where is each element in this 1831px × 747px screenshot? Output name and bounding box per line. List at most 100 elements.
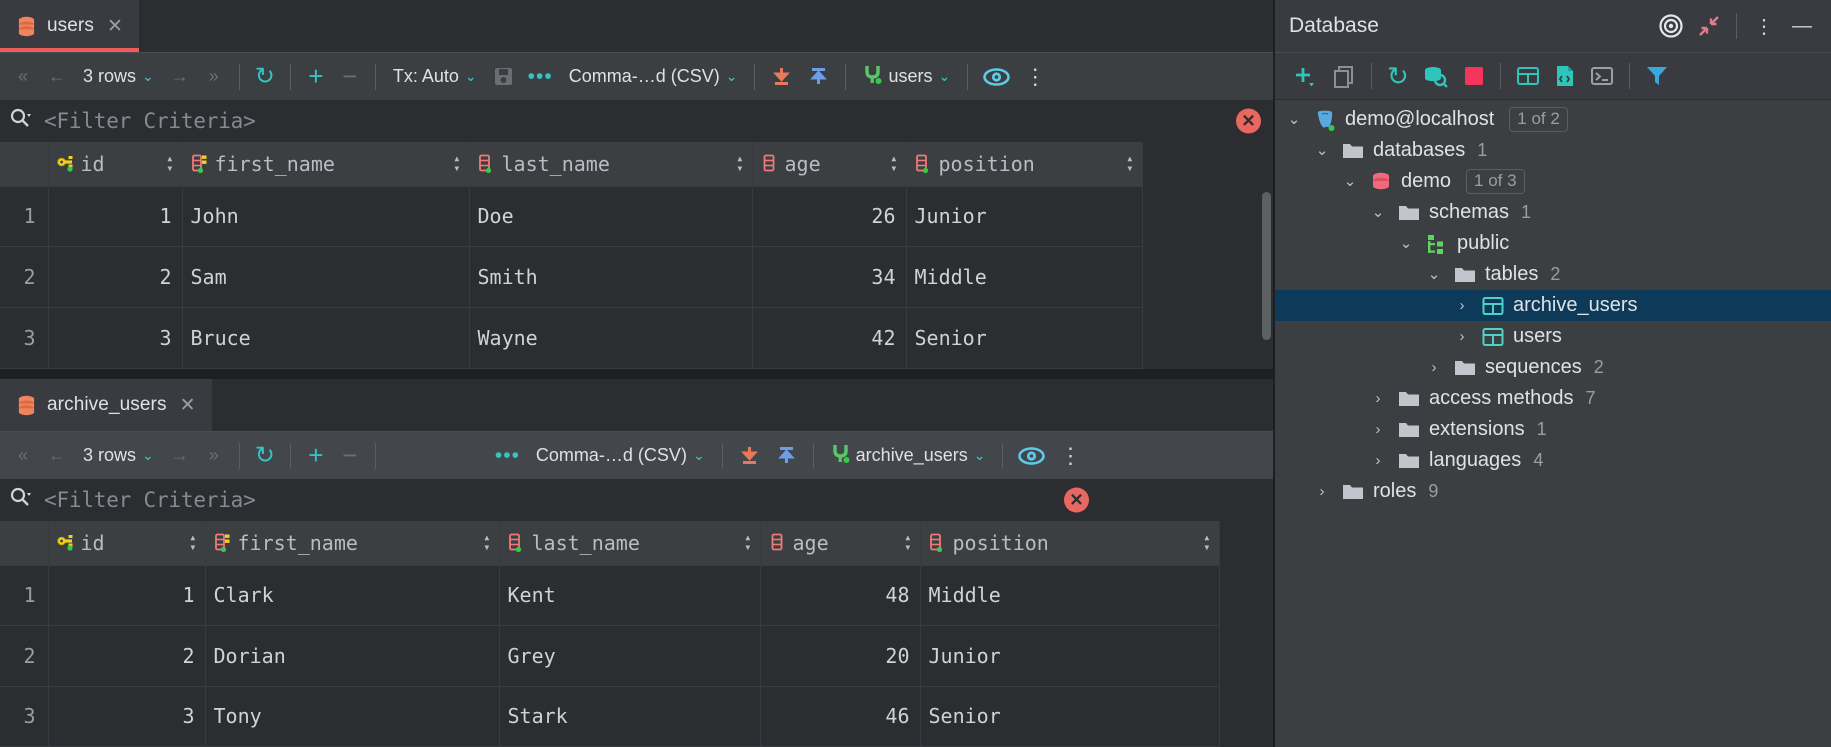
database-search-icon[interactable] bbox=[1416, 58, 1456, 94]
column-header-position[interactable]: position ▴ ▾ bbox=[906, 142, 1143, 187]
locate-icon[interactable] bbox=[1652, 7, 1690, 45]
cell-id[interactable]: 2 bbox=[48, 246, 183, 309]
prev-page-button[interactable]: ← bbox=[40, 59, 74, 95]
chevron-right-icon[interactable]: › bbox=[1367, 391, 1389, 406]
session-dropdown[interactable]: users ⌄ bbox=[854, 59, 959, 95]
eye-icon[interactable] bbox=[1011, 438, 1052, 474]
chevron-down-icon[interactable]: ⌄ bbox=[1311, 143, 1333, 158]
cell-position[interactable]: Middle bbox=[906, 246, 1143, 309]
cell-first_name[interactable]: Clark bbox=[205, 565, 500, 626]
cell-id[interactable]: 3 bbox=[48, 686, 206, 747]
tree-item-demo-localhost[interactable]: ⌄ demo@localhost 1 of 2 bbox=[1275, 104, 1831, 135]
cell-position[interactable]: Senior bbox=[920, 686, 1220, 747]
cell-position[interactable]: Junior bbox=[920, 625, 1220, 687]
console-icon[interactable] bbox=[1583, 58, 1621, 94]
sort-toggle-icon[interactable]: ▴ ▾ bbox=[483, 531, 490, 553]
cell-position[interactable]: Middle bbox=[920, 565, 1220, 626]
search-icon[interactable] bbox=[9, 107, 32, 135]
sort-toggle-icon[interactable]: ▴ ▾ bbox=[453, 152, 460, 174]
hide-icon[interactable]: — bbox=[1783, 7, 1821, 45]
chevron-right-icon[interactable]: › bbox=[1451, 329, 1473, 344]
next-page-button[interactable]: → bbox=[163, 59, 197, 95]
cell-last_name[interactable]: Smith bbox=[469, 246, 753, 309]
cell-age[interactable]: 26 bbox=[752, 186, 907, 248]
cell-last_name[interactable]: Stark bbox=[499, 686, 761, 747]
filter-bar-users[interactable]: <Filter Criteria> ✕ bbox=[0, 100, 1273, 142]
upload-icon[interactable] bbox=[768, 438, 805, 474]
search-icon[interactable] bbox=[9, 486, 32, 514]
cell-age[interactable]: 34 bbox=[752, 246, 907, 309]
sql-file-icon[interactable] bbox=[1547, 58, 1583, 94]
sort-toggle-icon[interactable]: ▴ ▾ bbox=[1203, 531, 1210, 553]
overflow-menu-button[interactable]: ⋮ bbox=[1052, 438, 1088, 474]
chevron-right-icon[interactable]: › bbox=[1451, 298, 1473, 313]
tree-item-demo[interactable]: ⌄ demo 1 of 3 bbox=[1275, 166, 1831, 197]
add-row-button[interactable]: + bbox=[299, 438, 333, 474]
tree-item-archive-users[interactable]: › archive_users bbox=[1275, 290, 1831, 321]
delete-row-button[interactable]: − bbox=[333, 438, 367, 474]
options-icon[interactable]: ⋮ bbox=[1745, 7, 1783, 45]
table-row[interactable]: 1 1 John Doe 26 Junior bbox=[0, 186, 1143, 248]
cell-last_name[interactable]: Kent bbox=[499, 565, 761, 626]
sort-toggle-icon[interactable]: ▴ ▾ bbox=[736, 152, 743, 174]
chevron-down-icon[interactable]: ⌄ bbox=[1395, 236, 1417, 251]
first-page-button[interactable]: « bbox=[6, 59, 40, 95]
tree-item-sequences[interactable]: › sequences 2 bbox=[1275, 352, 1831, 383]
column-header-id[interactable]: id ▴ ▾ bbox=[48, 142, 183, 187]
cell-first_name[interactable]: Sam bbox=[182, 246, 470, 309]
chevron-right-icon[interactable]: › bbox=[1423, 360, 1445, 375]
tree-item-roles[interactable]: › roles 9 bbox=[1275, 476, 1831, 507]
cell-first_name[interactable]: John bbox=[182, 186, 470, 248]
sort-toggle-icon[interactable]: ▴ ▾ bbox=[189, 531, 196, 553]
cell-id[interactable]: 2 bbox=[48, 625, 206, 687]
chevron-right-icon[interactable]: › bbox=[1311, 484, 1333, 499]
row-count-dropdown[interactable]: 3 rows ⌄ bbox=[74, 59, 163, 95]
column-header-first_name[interactable]: first_name ▴ ▾ bbox=[182, 142, 470, 187]
chevron-down-icon[interactable]: ⌄ bbox=[1423, 267, 1445, 282]
eye-icon[interactable] bbox=[976, 59, 1017, 95]
tree-item-access-methods[interactable]: › access methods 7 bbox=[1275, 383, 1831, 414]
column-header-age[interactable]: age ▴ ▾ bbox=[752, 142, 907, 187]
column-header-first_name[interactable]: first_name ▴ ▾ bbox=[205, 521, 500, 566]
cell-first_name[interactable]: Bruce bbox=[182, 307, 470, 369]
sort-toggle-icon[interactable]: ▴ ▾ bbox=[1126, 152, 1133, 174]
filter-bar-archive-users[interactable]: <Filter Criteria> ✕ bbox=[0, 479, 1273, 521]
sort-toggle-icon[interactable]: ▴ ▾ bbox=[904, 531, 911, 553]
cell-age[interactable]: 42 bbox=[752, 307, 907, 369]
tree-item-databases[interactable]: ⌄ databases 1 bbox=[1275, 135, 1831, 166]
table-row[interactable]: 2 2 Sam Smith 34 Middle bbox=[0, 246, 1143, 309]
chevron-down-icon[interactable]: ⌄ bbox=[1339, 174, 1361, 189]
chevron-right-icon[interactable]: › bbox=[1367, 453, 1389, 468]
tree-item-public[interactable]: ⌄ public bbox=[1275, 228, 1831, 259]
cell-last_name[interactable]: Grey bbox=[499, 625, 761, 687]
output-format-dropdown[interactable]: Comma-…d (CSV) ⌄ bbox=[560, 59, 747, 95]
scrollbar-thumb[interactable] bbox=[1262, 192, 1271, 340]
add-row-button[interactable]: + bbox=[299, 59, 333, 95]
cell-id[interactable]: 3 bbox=[48, 307, 183, 369]
vertical-scrollbar[interactable] bbox=[1259, 188, 1273, 369]
refresh-icon[interactable]: ↻ bbox=[1380, 58, 1416, 94]
upload-icon[interactable] bbox=[800, 59, 837, 95]
cell-id[interactable]: 1 bbox=[48, 186, 183, 248]
column-header-last_name[interactable]: last_name ▴ ▾ bbox=[469, 142, 753, 187]
prev-page-button[interactable]: ← bbox=[40, 438, 74, 474]
next-page-button[interactable]: → bbox=[163, 438, 197, 474]
data-editor-icon[interactable] bbox=[1509, 58, 1547, 94]
tree-item-tables[interactable]: ⌄ tables 2 bbox=[1275, 259, 1831, 290]
close-icon[interactable]: ✕ bbox=[180, 396, 196, 415]
column-header-last_name[interactable]: last_name ▴ ▾ bbox=[499, 521, 761, 566]
stop-icon[interactable] bbox=[1456, 58, 1492, 94]
cell-last_name[interactable]: Doe bbox=[469, 186, 753, 248]
sort-toggle-icon[interactable]: ▴ ▾ bbox=[890, 152, 897, 174]
save-icon[interactable] bbox=[486, 59, 521, 95]
more-options-button[interactable]: ••• bbox=[521, 59, 560, 95]
cell-first_name[interactable]: Tony bbox=[205, 686, 500, 747]
chevron-down-icon[interactable]: ⌄ bbox=[1283, 112, 1305, 127]
more-options-button[interactable]: ••• bbox=[488, 438, 527, 474]
column-header-age[interactable]: age ▴ ▾ bbox=[760, 521, 921, 566]
session-dropdown[interactable]: archive_users ⌄ bbox=[822, 438, 995, 474]
row-count-dropdown[interactable]: 3 rows ⌄ bbox=[74, 438, 163, 474]
column-header-id[interactable]: id ▴ ▾ bbox=[48, 521, 206, 566]
sort-toggle-icon[interactable]: ▴ ▾ bbox=[166, 152, 173, 174]
sort-toggle-icon[interactable]: ▴ ▾ bbox=[744, 531, 751, 553]
